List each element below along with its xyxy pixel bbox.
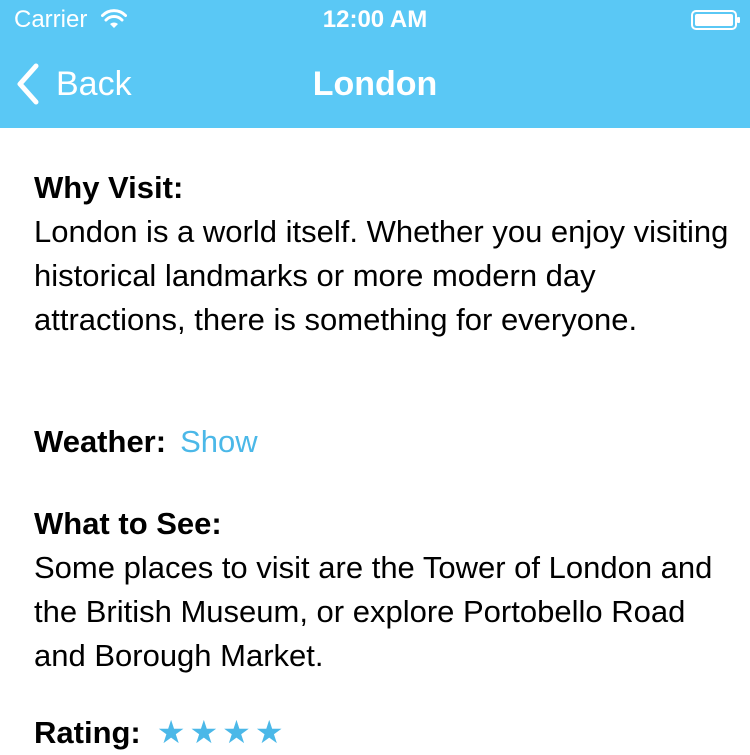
why-visit-label: Why Visit:	[34, 170, 184, 205]
weather-show-link[interactable]: Show	[180, 424, 258, 459]
page-title: London	[312, 65, 438, 103]
battery-icon	[691, 10, 740, 30]
rating-section: Rating: ★★★★	[34, 710, 734, 755]
status-time: 12:00 AM	[322, 6, 428, 33]
what-to-see-text: Some places to visit are the Tower of Lo…	[34, 550, 713, 673]
rating-stars: ★★★★	[156, 714, 288, 750]
weather-section: Weather: Show	[34, 420, 734, 464]
status-bar: Carrier 12:00 AM	[0, 0, 750, 40]
why-visit-text: London is a world itself. Whether you en…	[34, 214, 729, 337]
rating-label: Rating:	[34, 715, 141, 750]
header: Carrier 12:00 AM Back London	[0, 0, 750, 128]
weather-label: Weather:	[34, 424, 167, 459]
why-visit-section: Why Visit: London is a world itself. Whe…	[34, 166, 734, 342]
what-to-see-label: What to See:	[34, 506, 222, 541]
navigation-bar: Back London	[0, 40, 750, 128]
what-to-see-section: What to See: Some places to visit are th…	[34, 502, 734, 678]
